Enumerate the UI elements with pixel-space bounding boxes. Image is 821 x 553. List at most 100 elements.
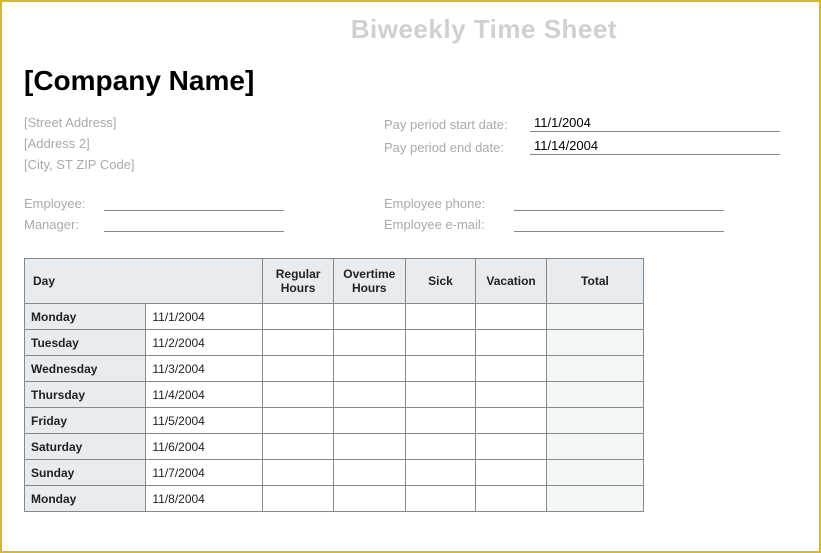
total-cell (546, 304, 643, 330)
overtime-cell[interactable] (333, 460, 405, 486)
date-cell: 11/2/2004 (146, 330, 263, 356)
email-input[interactable] (514, 218, 724, 232)
address-2: [Address 2] (24, 136, 384, 151)
header-regular: Regular Hours (263, 259, 334, 304)
vacation-cell[interactable] (476, 330, 547, 356)
vacation-cell[interactable] (476, 382, 547, 408)
header-sick: Sick (405, 259, 476, 304)
day-cell: Thursday (25, 382, 146, 408)
overtime-cell[interactable] (333, 434, 405, 460)
header-overtime: Overtime Hours (333, 259, 405, 304)
vacation-cell[interactable] (476, 486, 547, 512)
pay-end-label: Pay period end date: (384, 140, 530, 155)
sick-cell[interactable] (405, 434, 476, 460)
day-cell: Monday (25, 304, 146, 330)
employee-label: Employee: (24, 196, 104, 211)
sick-cell[interactable] (405, 330, 476, 356)
employee-row: Employee: (24, 196, 384, 211)
table-row: Wednesday11/3/2004 (25, 356, 644, 382)
manager-input[interactable] (104, 218, 284, 232)
header-vacation: Vacation (476, 259, 547, 304)
vacation-cell[interactable] (476, 434, 547, 460)
field-left: Employee: Manager: (24, 196, 384, 238)
table-row: Sunday11/7/2004 (25, 460, 644, 486)
field-right: Employee phone: Employee e-mail: (384, 196, 797, 238)
city-state-zip: [City, ST ZIP Code] (24, 157, 384, 172)
vacation-cell[interactable] (476, 460, 547, 486)
day-cell: Tuesday (25, 330, 146, 356)
manager-row: Manager: (24, 217, 384, 232)
header-day: Day (25, 259, 263, 304)
total-cell (546, 486, 643, 512)
overtime-cell[interactable] (333, 486, 405, 512)
pay-end-value[interactable]: 11/14/2004 (530, 138, 780, 155)
date-cell: 11/1/2004 (146, 304, 263, 330)
overtime-cell[interactable] (333, 304, 405, 330)
header-total: Total (546, 259, 643, 304)
pay-start-label: Pay period start date: (384, 117, 530, 132)
phone-input[interactable] (514, 197, 724, 211)
email-label: Employee e-mail: (384, 217, 514, 232)
table-body: Monday11/1/2004Tuesday11/2/2004Wednesday… (25, 304, 644, 512)
company-name: [Company Name] (24, 65, 797, 97)
timesheet-table: Day Regular Hours Overtime Hours Sick Va… (24, 258, 644, 512)
sick-cell[interactable] (405, 408, 476, 434)
regular-cell[interactable] (263, 460, 334, 486)
pay-period-end-row: Pay period end date: 11/14/2004 (384, 138, 797, 155)
vacation-cell[interactable] (476, 304, 547, 330)
address-block: [Street Address] [Address 2] [City, ST Z… (24, 115, 384, 178)
phone-label: Employee phone: (384, 196, 514, 211)
manager-label: Manager: (24, 217, 104, 232)
info-block: [Street Address] [Address 2] [City, ST Z… (24, 115, 797, 178)
date-cell: 11/8/2004 (146, 486, 263, 512)
table-row: Monday11/8/2004 (25, 486, 644, 512)
page-title: Biweekly Time Sheet (24, 14, 797, 45)
day-cell: Sunday (25, 460, 146, 486)
date-cell: 11/3/2004 (146, 356, 263, 382)
email-row: Employee e-mail: (384, 217, 797, 232)
timesheet-page: Biweekly Time Sheet [Company Name] [Stre… (0, 0, 821, 553)
sick-cell[interactable] (405, 356, 476, 382)
table-header: Day Regular Hours Overtime Hours Sick Va… (25, 259, 644, 304)
total-cell (546, 408, 643, 434)
field-block: Employee: Manager: Employee phone: Emplo… (24, 196, 797, 238)
regular-cell[interactable] (263, 408, 334, 434)
regular-cell[interactable] (263, 434, 334, 460)
total-cell (546, 434, 643, 460)
regular-cell[interactable] (263, 356, 334, 382)
employee-input[interactable] (104, 197, 284, 211)
total-cell (546, 330, 643, 356)
sick-cell[interactable] (405, 382, 476, 408)
day-cell: Saturday (25, 434, 146, 460)
overtime-cell[interactable] (333, 408, 405, 434)
sick-cell[interactable] (405, 304, 476, 330)
table-row: Tuesday11/2/2004 (25, 330, 644, 356)
sick-cell[interactable] (405, 460, 476, 486)
total-cell (546, 460, 643, 486)
date-cell: 11/4/2004 (146, 382, 263, 408)
regular-cell[interactable] (263, 382, 334, 408)
vacation-cell[interactable] (476, 408, 547, 434)
date-cell: 11/7/2004 (146, 460, 263, 486)
table-row: Thursday11/4/2004 (25, 382, 644, 408)
day-cell: Wednesday (25, 356, 146, 382)
total-cell (546, 382, 643, 408)
day-cell: Monday (25, 486, 146, 512)
day-cell: Friday (25, 408, 146, 434)
overtime-cell[interactable] (333, 356, 405, 382)
pay-period-start-row: Pay period start date: 11/1/2004 (384, 115, 797, 132)
overtime-cell[interactable] (333, 382, 405, 408)
sick-cell[interactable] (405, 486, 476, 512)
pay-start-value[interactable]: 11/1/2004 (530, 115, 780, 132)
street-address: [Street Address] (24, 115, 384, 130)
overtime-cell[interactable] (333, 330, 405, 356)
regular-cell[interactable] (263, 304, 334, 330)
phone-row: Employee phone: (384, 196, 797, 211)
vacation-cell[interactable] (476, 356, 547, 382)
table-row: Friday11/5/2004 (25, 408, 644, 434)
table-row: Monday11/1/2004 (25, 304, 644, 330)
regular-cell[interactable] (263, 330, 334, 356)
regular-cell[interactable] (263, 486, 334, 512)
table-row: Saturday11/6/2004 (25, 434, 644, 460)
date-cell: 11/6/2004 (146, 434, 263, 460)
